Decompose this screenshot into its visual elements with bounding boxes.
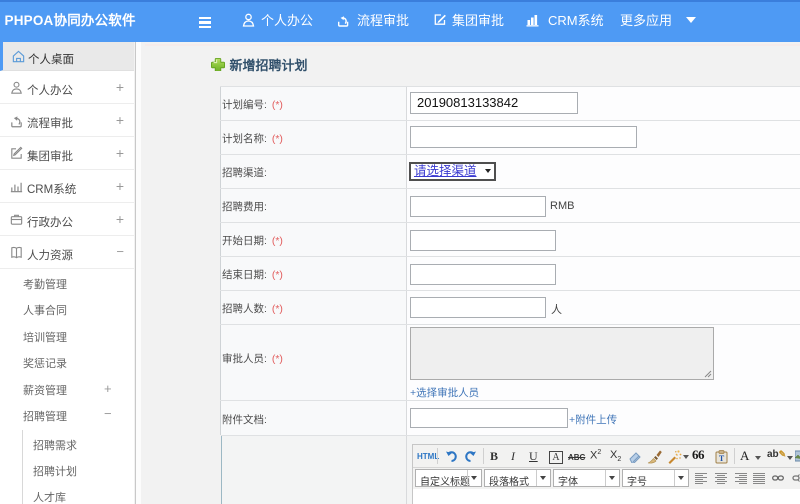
svg-text:T: T [719, 454, 725, 463]
